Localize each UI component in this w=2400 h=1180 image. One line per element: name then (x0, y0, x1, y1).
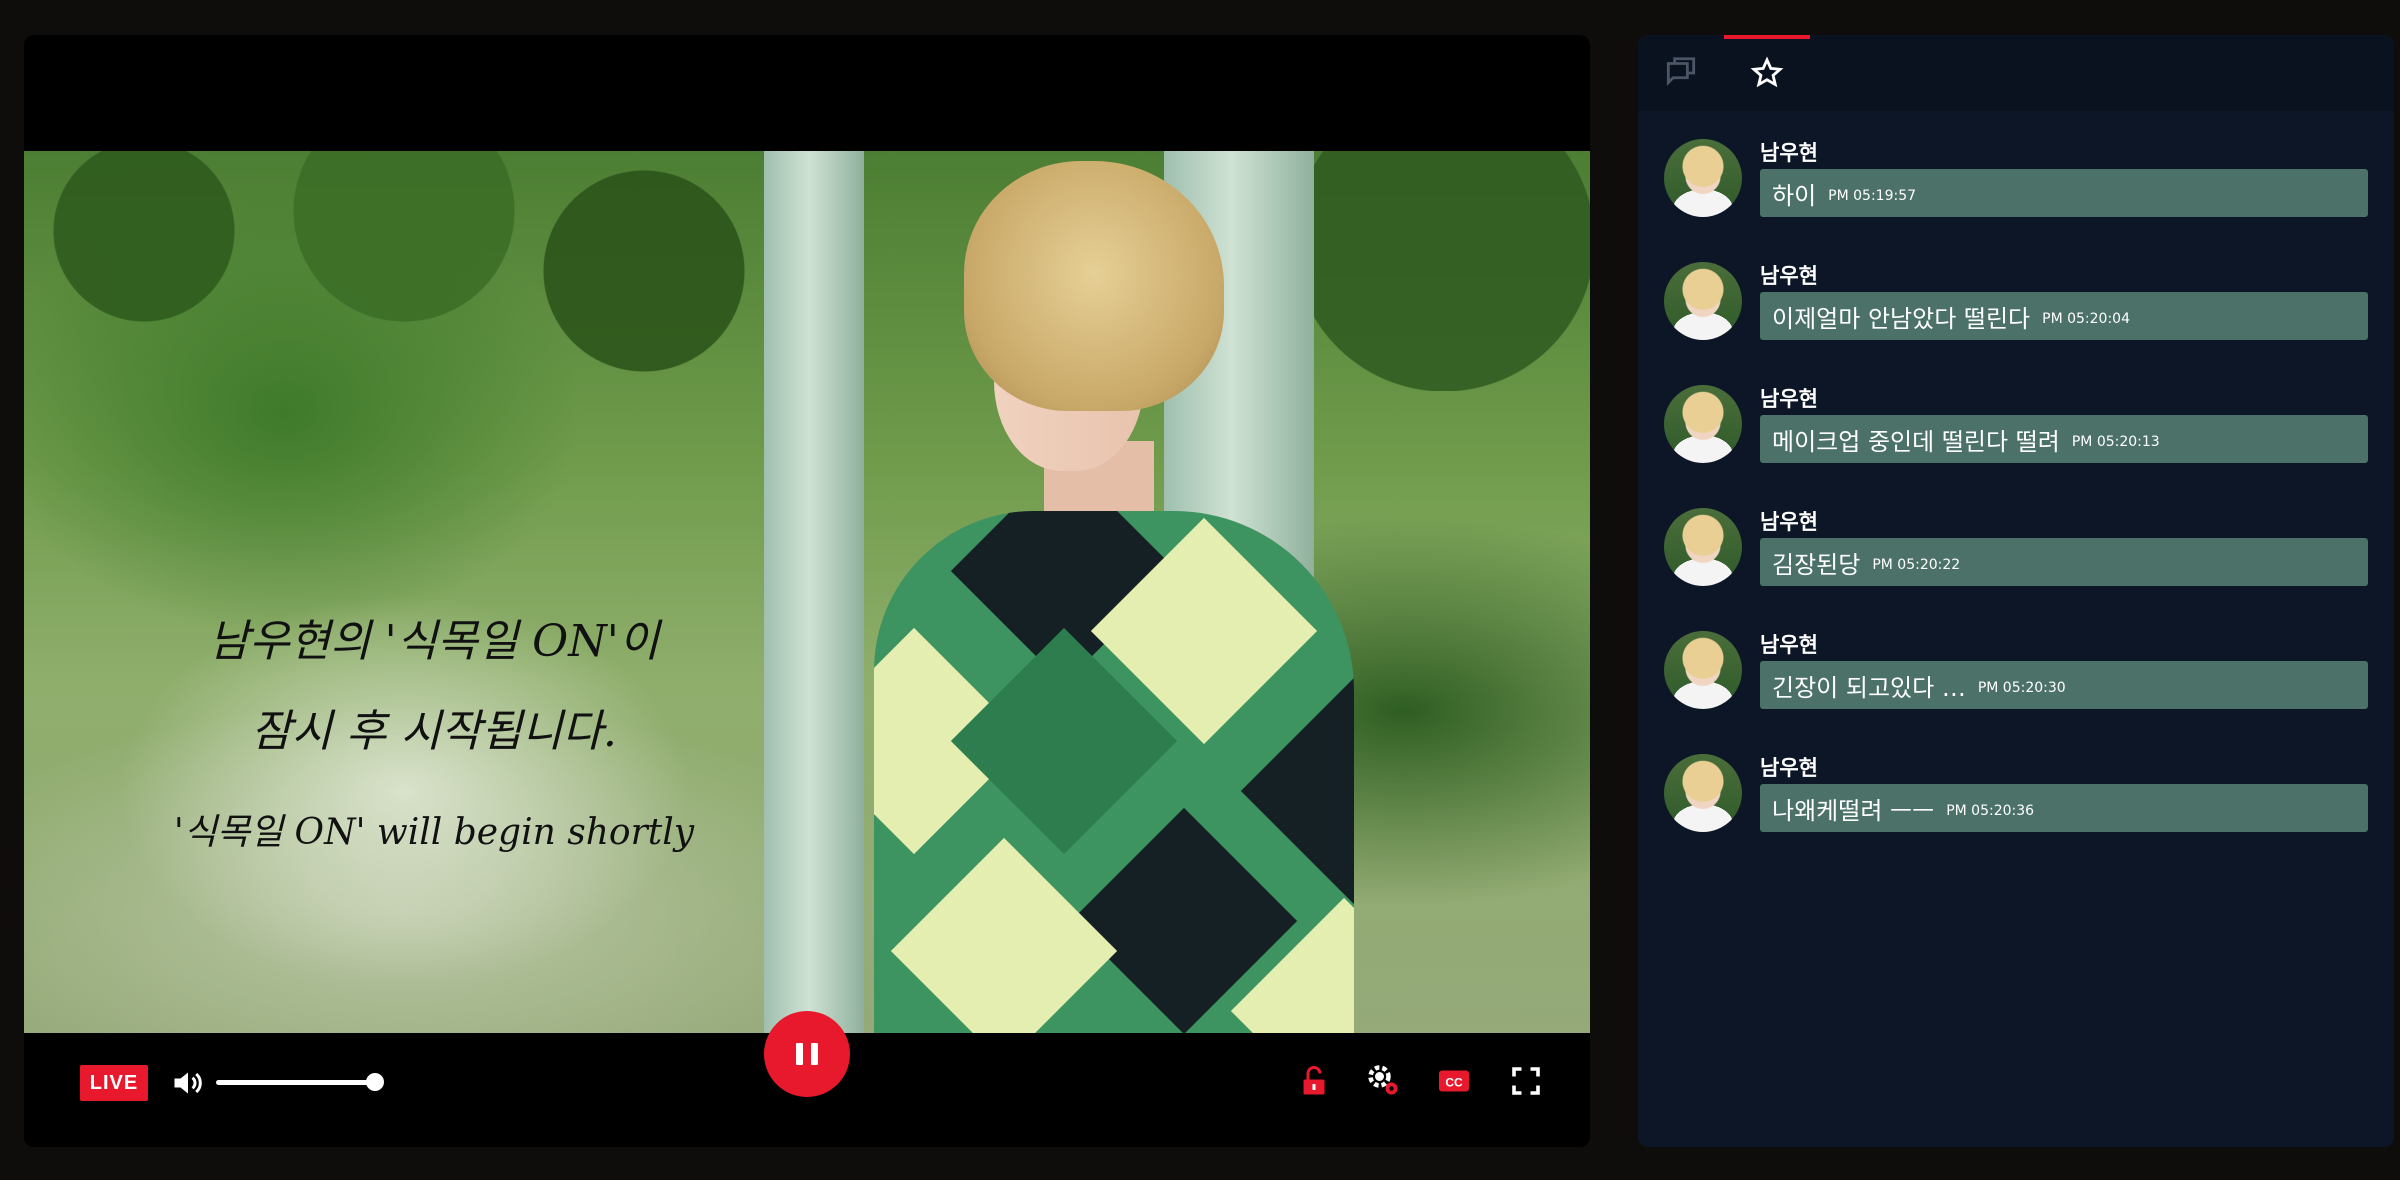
standby-message: 남우현의 '식목일 ON'이 잠시 후 시작됩니다. '식목일 ON' will… (134, 611, 734, 855)
avatar[interactable] (1664, 262, 1742, 340)
message-text: 긴장이 되고있다 … (1772, 673, 1966, 702)
tab-chat[interactable] (1638, 35, 1724, 111)
message-bubble: 긴장이 되고있다 … PM 05:20:30 (1760, 661, 2368, 709)
live-badge: LIVE (80, 1065, 148, 1101)
sender-name: 남우현 (1760, 510, 1818, 534)
settings-icon[interactable] (1366, 1063, 1402, 1099)
avatar[interactable] (1664, 508, 1742, 586)
chat-tabs (1638, 35, 2394, 111)
message-time: PM 05:20:36 (1946, 803, 2035, 819)
message-time: PM 05:20:04 (2042, 311, 2130, 327)
svg-text:CC: CC (1445, 1075, 1463, 1089)
sender-name: 남우현 (1760, 264, 1818, 288)
avatar[interactable] (1664, 385, 1742, 463)
unlock-icon[interactable] (1296, 1063, 1332, 1099)
avatar[interactable] (1664, 754, 1742, 832)
chat-panel: 남우현 하이 PM 05:19:57 남우현 이제얼마 안남았다 떨린다 PM … (1638, 35, 2394, 1147)
chat-message: 남우현 이제얼마 안남았다 떨린다 PM 05:20:04 (1664, 262, 2370, 352)
message-time: PM 05:20:30 (1977, 680, 2066, 696)
player-controls: LIVE CC (24, 1011, 1590, 1147)
argyle-sweater (874, 511, 1354, 1033)
pause-button[interactable] (764, 1011, 850, 1097)
chat-message: 남우현 하이 PM 05:19:57 (1664, 139, 2370, 229)
pause-icon (796, 1043, 803, 1065)
chat-message: 남우현 메이크업 중인데 떨린다 떨려 PM 05:20:13 (1664, 385, 2370, 475)
message-text: 김장된당 (1772, 550, 1861, 579)
standby-line-korean-2: 잠시 후 시작됩니다. (251, 706, 617, 757)
message-bubble: 김장된당 PM 05:20:22 (1760, 538, 2368, 586)
message-time: PM 05:20:22 (1872, 557, 1961, 573)
message-text: 나왜케떨려 ㅡㅡ (1772, 796, 1935, 825)
person-figure (844, 161, 1364, 1033)
message-time: PM 05:20:13 (2071, 434, 2160, 450)
avatar[interactable] (1664, 631, 1742, 709)
message-time: PM 05:19:57 (1828, 188, 1917, 204)
message-bubble: 하이 PM 05:19:57 (1760, 169, 2368, 217)
hair (964, 161, 1224, 411)
message-bubble: 메이크업 중인데 떨린다 떨려 PM 05:20:13 (1760, 415, 2368, 463)
avatar[interactable] (1664, 139, 1742, 217)
standby-line-korean-1: 남우현의 '식목일 ON'이 (208, 616, 660, 667)
standby-line-english: '식목일 ON' will begin shortly (173, 812, 695, 853)
sender-name: 남우현 (1760, 756, 1818, 780)
video-player[interactable]: 남우현의 '식목일 ON'이 잠시 후 시작됩니다. '식목일 ON' will… (24, 35, 1590, 1147)
volume-slider[interactable] (216, 1080, 376, 1085)
message-text: 메이크업 중인데 떨린다 떨려 (1772, 427, 2060, 456)
volume-icon[interactable] (170, 1065, 206, 1101)
volume-slider-handle[interactable] (366, 1073, 384, 1091)
star-icon (1750, 56, 1784, 88)
tab-star[interactable] (1724, 35, 1810, 111)
fullscreen-icon[interactable] (1508, 1063, 1544, 1099)
sender-name: 남우현 (1760, 633, 1818, 657)
cc-icon[interactable]: CC (1436, 1063, 1472, 1099)
message-bubble: 이제얼마 안남았다 떨린다 PM 05:20:04 (1760, 292, 2368, 340)
sender-name: 남우현 (1760, 141, 1818, 165)
chat-icon (1666, 57, 1696, 86)
message-bubble: 나왜케떨려 ㅡㅡ PM 05:20:36 (1760, 784, 2368, 832)
message-text: 이제얼마 안남았다 떨린다 (1772, 304, 2031, 333)
chat-message: 남우현 긴장이 되고있다 … PM 05:20:30 (1664, 631, 2370, 721)
sender-name: 남우현 (1760, 387, 1818, 411)
message-text: 하이 (1772, 181, 1817, 210)
chat-message: 남우현 나왜케떨려 ㅡㅡ PM 05:20:36 (1664, 754, 2370, 844)
chat-message: 남우현 김장된당 PM 05:20:22 (1664, 508, 2370, 598)
video-frame[interactable]: 남우현의 '식목일 ON'이 잠시 후 시작됩니다. '식목일 ON' will… (24, 151, 1590, 1033)
